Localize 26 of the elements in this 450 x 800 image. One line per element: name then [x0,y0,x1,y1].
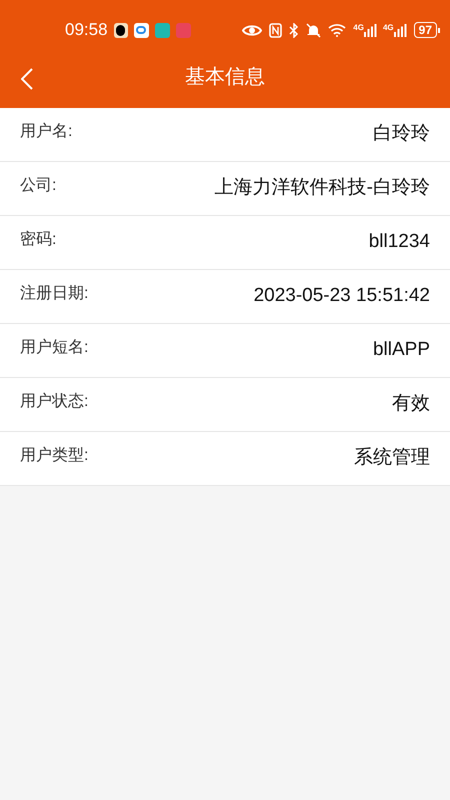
field-value: 上海力洋软件科技-白玲玲 [214,176,430,200]
bluetooth-icon [289,22,300,38]
muted-bell-icon [306,22,322,38]
field-label: 用户状态: [20,392,88,412]
network-type-label: 4G [382,24,394,32]
field-value: bllAPP [372,338,430,362]
field-label: 用户名: [20,122,72,142]
field-value: 2023-05-23 15:51:42 [254,284,430,308]
signal-icon [394,24,407,36]
field-value: 白玲玲 [373,122,430,146]
signal-icon [364,24,377,36]
page-title: 基本信息 [185,65,265,90]
network-type-label: 4G [353,24,364,32]
field-value: 有效 [392,392,430,416]
wifi-icon [328,23,346,37]
field-value: 系统管理 [354,446,430,470]
field-label: 公司: [20,176,56,196]
clock-time: 09:58 [65,19,108,42]
nfc-icon [269,22,282,38]
eye-icon [242,24,262,36]
field-label: 用户类型: [20,446,88,466]
field-value: bll1234 [368,230,430,254]
field-label: 用户短名: [20,338,88,358]
field-label: 密码: [20,230,56,250]
field-label: 注册日期: [20,284,88,304]
battery-indicator: 97 [414,22,440,38]
